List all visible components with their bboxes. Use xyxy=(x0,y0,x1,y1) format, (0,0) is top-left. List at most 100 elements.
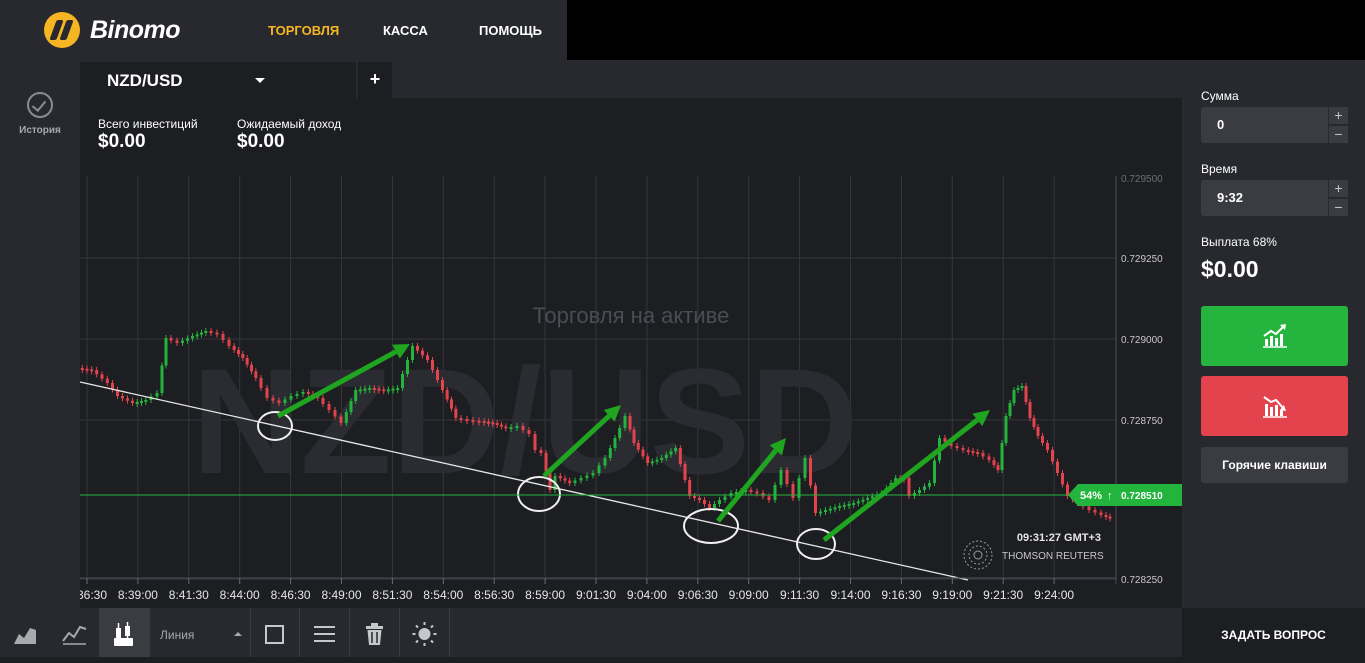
candle-body xyxy=(861,499,865,502)
candle-body xyxy=(450,399,453,409)
candle-body xyxy=(623,416,627,428)
candle-body xyxy=(961,448,965,450)
candle-body xyxy=(698,498,701,500)
candle-body xyxy=(344,412,348,423)
hotkeys-button[interactable]: Горячие клавиши xyxy=(1201,447,1348,483)
candle-body xyxy=(339,416,343,423)
candle-body xyxy=(491,422,495,425)
data-source: THOMSON REUTERS xyxy=(1002,551,1104,562)
candle-body xyxy=(135,402,139,404)
candle-body xyxy=(416,346,419,351)
line-chart-button[interactable] xyxy=(50,608,99,657)
candle-body xyxy=(833,507,837,510)
candle-body xyxy=(563,478,567,481)
candle-body xyxy=(459,418,463,420)
candle-body xyxy=(870,496,874,499)
candle-body xyxy=(95,370,99,375)
candle-body xyxy=(852,503,856,505)
candle-body xyxy=(105,378,109,383)
candle-body xyxy=(618,428,622,438)
logo[interactable]: Binomo xyxy=(44,12,181,48)
asset-selector[interactable]: NZD/USD xyxy=(80,62,356,98)
candle-body xyxy=(628,416,632,430)
time-label: 9:19:00 xyxy=(932,588,972,602)
candle-body xyxy=(1004,416,1008,443)
time-increment-button[interactable]: + xyxy=(1329,180,1348,197)
candle-body xyxy=(209,331,213,333)
candle-body xyxy=(779,470,783,485)
candle-body xyxy=(866,498,870,500)
candle-body xyxy=(426,355,429,360)
call-up-button[interactable] xyxy=(1201,306,1348,366)
candle-body xyxy=(992,460,996,465)
time-label: 8:36:30 xyxy=(80,588,107,602)
candle-body xyxy=(773,485,777,500)
candle-body xyxy=(544,453,548,472)
candle-body xyxy=(333,410,337,417)
time-label: 8:59:00 xyxy=(525,588,565,602)
candle-body xyxy=(981,453,985,457)
candle-body xyxy=(842,505,846,507)
price-chart[interactable]: NZD/USD Торговля на активе 0.7292500.729… xyxy=(80,98,1182,608)
put-down-button[interactable] xyxy=(1201,376,1348,436)
chart-area[interactable]: Всего инвестиций $0.00 Ожидаемый доход $… xyxy=(80,98,1182,608)
candle-body xyxy=(1041,436,1044,443)
candle-body xyxy=(558,476,562,479)
candle-body xyxy=(169,338,173,341)
line-chart-icon xyxy=(62,625,87,645)
candle-body xyxy=(155,393,159,397)
candle-body xyxy=(232,346,236,350)
rectangle-tool-button[interactable] xyxy=(251,608,299,657)
nav-cashier[interactable]: КАССА xyxy=(383,0,428,60)
chart-down-icon xyxy=(1263,396,1287,418)
up-arrow-icon: ↑ xyxy=(1107,490,1113,502)
candle-body xyxy=(655,459,659,462)
candle-body xyxy=(1028,402,1032,418)
bottom-toolbar: Линия xyxy=(0,608,1182,657)
candle-body xyxy=(441,380,444,390)
area-chart-button[interactable] xyxy=(0,608,50,657)
candle-body xyxy=(200,332,203,335)
candle-body xyxy=(221,334,225,340)
candle-body xyxy=(90,369,94,372)
candle-body xyxy=(509,427,513,429)
amount-increment-button[interactable]: + xyxy=(1329,107,1348,124)
time-label: 8:51:30 xyxy=(372,588,412,602)
indicators-button[interactable] xyxy=(300,608,349,657)
candle-body xyxy=(1008,403,1012,416)
candle-body xyxy=(971,451,975,453)
candle-body xyxy=(1016,388,1020,390)
top-bar-filler xyxy=(567,0,1365,60)
theme-toggle-button[interactable] xyxy=(400,608,449,657)
candle-body xyxy=(1036,427,1040,436)
nav-trading[interactable]: ТОРГОВЛЯ xyxy=(268,0,339,60)
candle-body xyxy=(838,506,842,508)
nav-help[interactable]: ПОМОЩЬ xyxy=(479,0,542,60)
asset-name: NZD/USD xyxy=(107,71,183,90)
time-label: Время xyxy=(1201,162,1238,176)
candle-body xyxy=(632,429,636,443)
payout-label: Выплата 68% xyxy=(1201,235,1277,249)
amount-decrement-button[interactable]: − xyxy=(1329,126,1348,143)
toolbar-divider xyxy=(449,608,450,657)
ask-question-button[interactable]: ЗАДАТЬ ВОПРОС xyxy=(1182,608,1365,657)
history-button[interactable]: История xyxy=(0,60,80,145)
candle-body xyxy=(186,338,189,341)
time-input[interactable]: 9:32 xyxy=(1201,180,1328,216)
candles-chart-button[interactable] xyxy=(99,608,150,657)
candles-icon xyxy=(114,622,133,646)
candle-body xyxy=(85,368,89,371)
candle-body xyxy=(678,448,682,464)
candle-body xyxy=(996,465,1000,470)
drawing-tool-select[interactable]: Линия xyxy=(160,608,194,657)
candle-body xyxy=(391,388,395,391)
sun-icon xyxy=(412,622,437,646)
candle-body xyxy=(1046,443,1049,450)
add-asset-button[interactable]: + xyxy=(358,62,392,98)
candle-body xyxy=(100,374,104,379)
time-decrement-button[interactable]: − xyxy=(1329,199,1348,216)
amount-input[interactable]: 0 xyxy=(1201,107,1328,143)
candle-body xyxy=(1087,506,1091,510)
delete-drawings-button[interactable] xyxy=(350,608,399,657)
candle-body xyxy=(368,388,372,390)
